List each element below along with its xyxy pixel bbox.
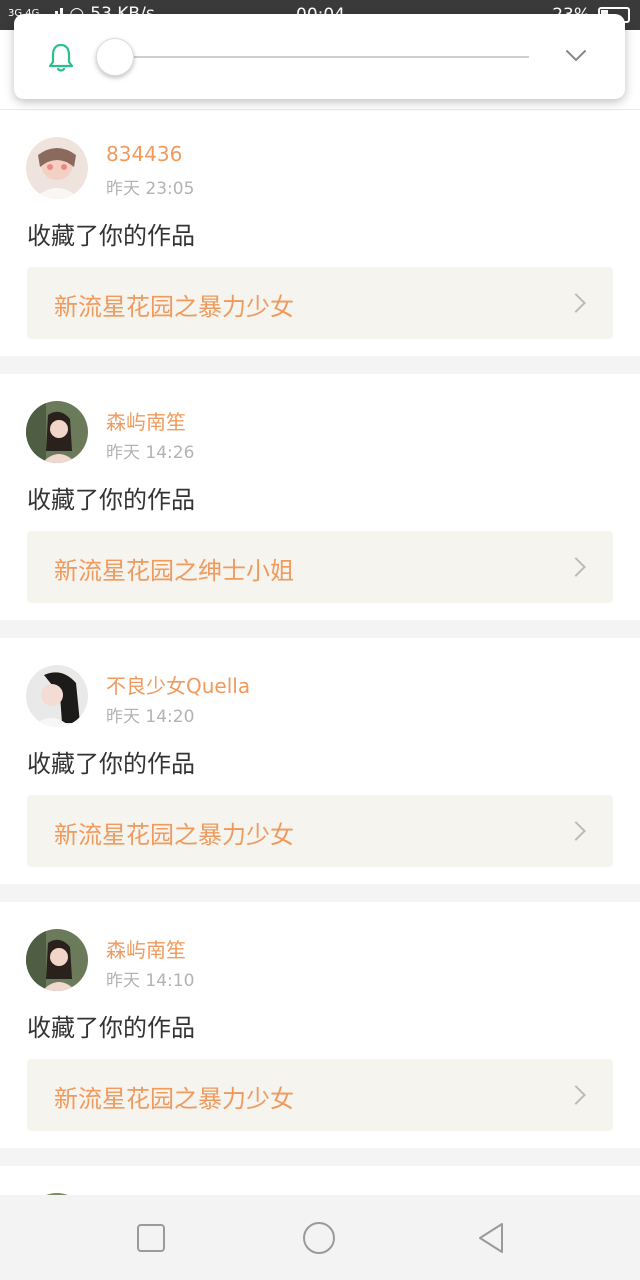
timestamp: 昨天 14:26 xyxy=(106,443,195,463)
circle-icon[interactable] xyxy=(302,1221,336,1255)
timestamp: 昨天 14:20 xyxy=(106,707,195,727)
work-link[interactable]: 新流星花园之暴力少女 xyxy=(27,1059,613,1131)
action-text: 收藏了你的作品 xyxy=(27,222,195,250)
timestamp: 昨天 23:05 xyxy=(106,179,195,199)
username[interactable]: 不良少女Quella xyxy=(106,670,250,699)
chevron-right-icon xyxy=(566,1085,586,1105)
work-title: 新流星花园之暴力少女 xyxy=(54,1085,294,1113)
username[interactable]: 森屿南笙 xyxy=(106,406,186,435)
notification-item[interactable]: 不良少女Quella 昨天 14:20 收藏了你的作品 新流星花园之暴力少女 xyxy=(0,638,640,884)
action-text: 收藏了你的作品 xyxy=(27,750,195,778)
notification-item[interactable]: 834436 昨天 23:05 收藏了你的作品 新流星花园之暴力少女 xyxy=(0,110,640,356)
bell-icon[interactable] xyxy=(46,42,76,74)
action-text: 收藏了你的作品 xyxy=(27,486,195,514)
notification-list: 834436 昨天 23:05 收藏了你的作品 新流星花园之暴力少女 森屿南笙 … xyxy=(0,110,640,1255)
timestamp: 昨天 14:10 xyxy=(106,971,195,991)
username[interactable]: 森屿南笙 xyxy=(106,934,186,963)
triangle-back-icon[interactable] xyxy=(474,1221,508,1255)
volume-slider-knob[interactable] xyxy=(96,38,134,76)
avatar[interactable] xyxy=(26,665,88,727)
avatar[interactable] xyxy=(26,137,88,199)
square-icon[interactable] xyxy=(134,1221,168,1255)
chevron-right-icon xyxy=(566,557,586,577)
work-title: 新流星花园之绅士小姐 xyxy=(54,557,294,585)
work-link[interactable]: 新流星花园之绅士小姐 xyxy=(27,531,613,603)
volume-slider-track[interactable] xyxy=(134,56,529,58)
work-link[interactable]: 新流星花园之暴力少女 xyxy=(27,795,613,867)
notification-item[interactable]: 森屿南笙 昨天 14:10 收藏了你的作品 新流星花园之暴力少女 xyxy=(0,902,640,1148)
work-title: 新流星花园之暴力少女 xyxy=(54,821,294,849)
chevron-down-icon[interactable] xyxy=(565,44,587,66)
work-link[interactable]: 新流星花园之暴力少女 xyxy=(27,267,613,339)
avatar[interactable] xyxy=(26,401,88,463)
volume-popup xyxy=(14,14,625,99)
avatar[interactable] xyxy=(26,929,88,991)
notification-item[interactable]: 森屿南笙 昨天 14:26 收藏了你的作品 新流星花园之绅士小姐 xyxy=(0,374,640,620)
action-text: 收藏了你的作品 xyxy=(27,1014,195,1042)
system-nav-bar xyxy=(0,1195,640,1280)
username[interactable]: 834436 xyxy=(106,142,182,166)
chevron-right-icon xyxy=(566,293,586,313)
chevron-right-icon xyxy=(566,821,586,841)
work-title: 新流星花园之暴力少女 xyxy=(54,293,294,321)
